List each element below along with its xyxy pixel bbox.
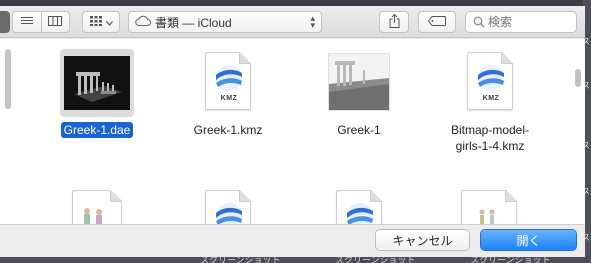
kmz-document-icon: KMZ [205, 52, 251, 110]
chevron-down-icon [105, 15, 113, 29]
sidebar-toggle-segment[interactable] [0, 11, 10, 33]
kmz-document-icon [336, 190, 382, 224]
file-name-label: Greek-1 [337, 123, 381, 137]
view-mode-control [12, 11, 70, 33]
sidebar-scrollbar[interactable] [5, 49, 11, 109]
list-view-icon [20, 15, 33, 29]
search-input[interactable] [488, 15, 568, 29]
search-field[interactable] [465, 11, 577, 33]
file-browser: Greek-1.dae KMZ Greek-1.kmz Greek-1 KMZ … [0, 39, 585, 224]
google-earth-icon [347, 203, 373, 224]
location-label: 書類 — iCloud [155, 15, 232, 30]
cloud-icon [135, 15, 151, 29]
file-item[interactable]: KMZ Greek-1.kmz [173, 49, 283, 149]
google-earth-icon [478, 65, 504, 91]
vertical-scrollbar[interactable] [575, 69, 581, 87]
file-name-label-line-2: girls-1-4.kmz [455, 139, 525, 153]
file-name-label-line-1: Bitmap-model- [450, 123, 530, 137]
grid-icon [89, 15, 102, 29]
google-earth-icon [216, 203, 242, 224]
kmz-badge: KMZ [220, 95, 238, 102]
dialog-footer: キャンセル 開く [0, 224, 585, 257]
dialog-toolbar: 書類 — iCloud ▴ ▾ [0, 6, 585, 38]
selected-file-name: Greek-1.dae [60, 122, 134, 138]
tag-icon [427, 15, 446, 29]
dae-preview-thumbnail [64, 56, 130, 110]
column-view-icon [48, 15, 63, 29]
file-item[interactable]: KMZ Bitmap-model- girls-1-4.kmz [435, 49, 545, 153]
file-item[interactable] [435, 187, 545, 224]
file-item[interactable]: Greek-1.dae [42, 49, 152, 149]
list-view-button[interactable] [13, 12, 41, 32]
arrange-button[interactable] [82, 11, 120, 33]
column-view-button[interactable] [40, 12, 70, 32]
file-item[interactable] [304, 187, 414, 224]
share-icon [389, 13, 400, 31]
kmz-badge: KMZ [482, 95, 500, 102]
popup-arrows-icon: ▴ ▾ [310, 13, 315, 30]
kmz-document-icon: KMZ [467, 52, 513, 110]
file-item[interactable]: Greek-1 [304, 49, 414, 149]
search-icon [473, 16, 485, 31]
figures-document-icon [72, 190, 122, 224]
file-name-label: Greek-1.dae [42, 122, 152, 138]
figures-document-icon [461, 190, 517, 224]
kmz-document-icon [205, 190, 251, 224]
open-file-dialog: 書類 — iCloud ▴ ▾ 検索 Greek-1.dae KMZ Greek… [0, 6, 585, 257]
location-popup[interactable]: 書類 — iCloud ▴ ▾ [128, 11, 322, 33]
cancel-button[interactable]: キャンセル [375, 229, 470, 251]
share-button[interactable] [379, 11, 409, 33]
edit-tags-button[interactable] [418, 11, 456, 33]
model-preview-thumbnail [328, 53, 390, 111]
open-button[interactable]: 開く [480, 229, 577, 251]
file-name-label: Greek-1.kmz [193, 123, 263, 137]
file-item[interactable] [173, 187, 283, 224]
google-earth-icon [216, 65, 242, 91]
file-item[interactable] [42, 187, 152, 224]
